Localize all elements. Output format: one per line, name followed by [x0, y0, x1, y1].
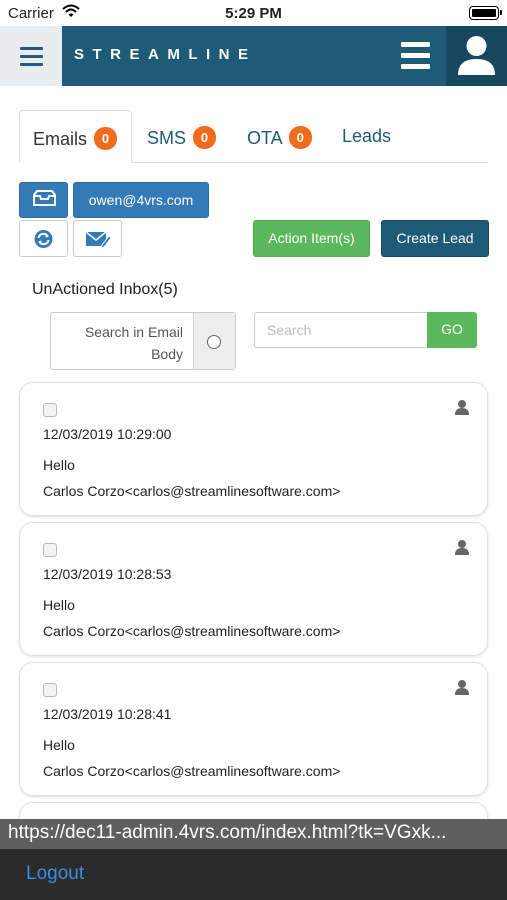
inbox-tray-icon: [33, 190, 56, 206]
count-badge: 0: [288, 126, 312, 149]
create-lead-button[interactable]: Create Lead: [381, 220, 489, 257]
tab-sms[interactable]: SMS 0: [147, 110, 217, 163]
person-icon[interactable]: [454, 679, 470, 700]
search-input[interactable]: Search: [254, 312, 428, 348]
channel-tabs: Emails 0 SMS 0 OTA 0 Leads: [19, 110, 488, 163]
tab-label: Leads: [342, 126, 392, 146]
app-screen: Carrier 5:29 PM STREAMLINE Emails 0 SMS …: [0, 0, 507, 900]
email-sender: Carlos Corzo<carlos@streamlinesoftware.c…: [43, 483, 341, 499]
account-button[interactable]: owen@4vrs.com: [73, 182, 209, 218]
inbox-button[interactable]: [19, 182, 68, 218]
search-in-body-radio[interactable]: [193, 313, 235, 369]
tab-ota[interactable]: OTA 0: [247, 110, 312, 163]
compose-email-button[interactable]: [73, 220, 122, 257]
email-subject: Hello: [43, 737, 75, 753]
clock: 5:29 PM: [225, 5, 282, 22]
email-date: 12/03/2019 10:29:00: [43, 426, 172, 442]
person-icon[interactable]: [454, 539, 470, 560]
refresh-button[interactable]: [19, 220, 68, 257]
tab-emails[interactable]: Emails 0: [19, 110, 132, 163]
count-badge: 0: [193, 126, 217, 149]
email-card[interactable]: 12/03/2019 10:28:41 Hello Carlos Corzo<c…: [19, 662, 488, 796]
inbox-title: UnActioned Inbox(5): [32, 281, 178, 298]
email-checkbox[interactable]: [43, 543, 57, 557]
list-icon[interactable]: [386, 26, 446, 86]
search-in-body-toggle: Search in Email Body: [50, 312, 236, 370]
email-card[interactable]: 12/03/2019 10:28:53 Hello Carlos Corzo<c…: [19, 522, 488, 656]
tab-label: Emails: [33, 129, 88, 149]
logout-link[interactable]: Logout: [26, 863, 84, 885]
refresh-icon: [34, 230, 53, 248]
brand-title: STREAMLINE: [74, 46, 257, 63]
person-icon[interactable]: [454, 399, 470, 420]
tab-label: SMS: [147, 128, 187, 148]
email-date: 12/03/2019 10:28:53: [43, 566, 172, 582]
email-subject: Hello: [43, 597, 75, 613]
email-subject: Hello: [43, 457, 75, 473]
email-checkbox[interactable]: [43, 683, 57, 697]
go-button[interactable]: GO: [427, 312, 477, 348]
email-checkbox[interactable]: [43, 403, 57, 417]
compose-email-icon: [85, 231, 112, 249]
battery-icon: [469, 6, 502, 20]
app-header: STREAMLINE: [0, 26, 507, 86]
action-items-button[interactable]: Action Item(s): [253, 220, 370, 257]
email-card[interactable]: 12/03/2019 10:29:00 Hello Carlos Corzo<c…: [19, 382, 488, 516]
tab-label: OTA: [247, 128, 282, 148]
link-preview-bar: https://dec11-admin.4vrs.com/index.html?…: [0, 819, 507, 849]
status-bar: Carrier 5:29 PM: [0, 0, 507, 26]
email-sender: Carlos Corzo<carlos@streamlinesoftware.c…: [43, 623, 341, 639]
bottom-bar: Logout: [0, 849, 507, 900]
count-badge: 0: [94, 127, 118, 150]
email-date: 12/03/2019 10:28:41: [43, 706, 172, 722]
tab-leads[interactable]: Leads: [342, 110, 391, 163]
search-in-body-label: Search in Email Body: [84, 324, 183, 362]
hamburger-menu-icon[interactable]: [0, 26, 62, 86]
user-icon[interactable]: [446, 26, 507, 86]
email-sender: Carlos Corzo<carlos@streamlinesoftware.c…: [43, 763, 341, 779]
